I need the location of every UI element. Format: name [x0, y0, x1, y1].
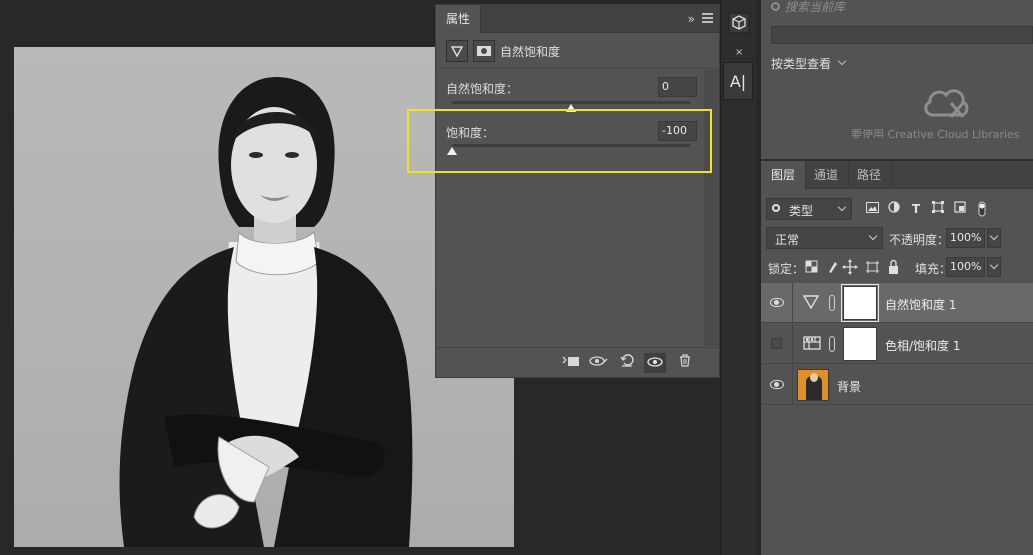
tab-properties[interactable]: 属性 [436, 5, 482, 33]
layer-mask-thumbnail[interactable] [843, 327, 877, 361]
view-previous-icon[interactable] [588, 353, 610, 373]
lock-position-icon [842, 259, 858, 275]
background-thumbnail[interactable] [797, 369, 829, 401]
cloud-disconnected-icon [921, 85, 971, 124]
layers-tabbar: 图层 通道 路径 [761, 161, 1033, 189]
layer-mask-icon[interactable] [473, 40, 495, 62]
mask-link-icon[interactable] [829, 295, 835, 311]
filter-toggle-icon[interactable] [975, 201, 989, 217]
tab-layers[interactable]: 图层 [761, 161, 807, 189]
tab-channels[interactable]: 通道 [804, 161, 850, 189]
chevron-down-icon [868, 231, 878, 241]
hidden-visibility-box [771, 338, 782, 349]
layer-row-vibrance[interactable]: 自然饱和度 1 [761, 283, 1033, 323]
panel-dock-strip: × A| [720, 0, 756, 555]
properties-panel: 属性 » 自然饱和度 自然饱和度： 0 饱和度： -100 [435, 4, 720, 378]
layer-row-hue-saturation[interactable]: 色相/饱和度 1 [761, 324, 1033, 364]
adjustment-title: 自然饱和度 [500, 45, 561, 59]
dock-close-icon[interactable]: × [735, 47, 743, 58]
layer-filter-select[interactable]: 类型 [766, 198, 852, 220]
properties-footer [436, 347, 719, 377]
mask-link-icon[interactable] [829, 336, 835, 352]
properties-tabbar: 属性 » [436, 5, 719, 33]
toggle-visibility-icon[interactable] [644, 353, 666, 373]
opacity-input[interactable]: 100% [946, 228, 985, 248]
delete-icon[interactable] [674, 353, 696, 373]
properties-header: 自然饱和度 [436, 33, 719, 69]
library-selector[interactable] [771, 26, 1033, 44]
character-icon: A| [729, 72, 747, 91]
blend-mode-select[interactable]: 正常 [766, 227, 883, 249]
3d-object-icon[interactable] [727, 12, 751, 36]
library-search-placeholder: 搜索当前库 [785, 0, 846, 14]
right-panel-column: 搜索当前库 按类型查看 要使用 Creative Cloud Libraries… [761, 0, 1033, 555]
hue-saturation-adjustment-icon [803, 336, 821, 352]
search-icon [771, 2, 780, 11]
cloud-libraries-message: 要使用 Creative Cloud Libraries [851, 128, 1020, 138]
eye-icon [770, 380, 784, 389]
layer-row-background[interactable]: 背景 [761, 365, 1033, 405]
reset-icon[interactable] [616, 353, 638, 373]
tab-paths[interactable]: 路径 [847, 161, 893, 189]
chevron-down-icon [837, 56, 847, 66]
saturation-highlight-annotation [407, 109, 712, 173]
lock-all-icon [889, 259, 898, 274]
filter-shape-icon[interactable] [931, 201, 945, 217]
layer-mask-thumbnail[interactable] [841, 284, 879, 322]
layer-name[interactable]: 自然饱和度 1 [885, 296, 956, 313]
clip-to-layer-icon[interactable] [560, 353, 582, 373]
visibility-toggle[interactable] [761, 283, 793, 323]
view-by-type-dropdown[interactable]: 按类型查看 [771, 55, 831, 72]
visibility-toggle[interactable] [761, 365, 793, 405]
layer-name[interactable]: 色相/饱和度 1 [885, 337, 961, 354]
collapse-panel-icon[interactable]: » [688, 12, 695, 26]
opacity-dropdown[interactable] [987, 228, 1001, 248]
panel-menu-icon[interactable] [702, 13, 713, 23]
filter-smart-object-icon[interactable] [953, 201, 967, 217]
lock-label: 锁定： [768, 262, 805, 276]
lock-icons [805, 259, 905, 275]
chevron-down-icon [837, 202, 847, 212]
fill-input[interactable]: 100% [946, 257, 985, 277]
filter-type-icon[interactable]: T [909, 201, 923, 217]
character-panel-button[interactable]: A| [723, 62, 753, 100]
eye-icon [770, 298, 784, 307]
search-icon [772, 204, 780, 212]
vibrance-label: 自然饱和度： [446, 82, 519, 96]
blend-mode-value: 正常 [775, 233, 800, 247]
filter-kind-value: 类型 [789, 204, 814, 218]
fill-dropdown[interactable] [987, 257, 1001, 277]
layer-name[interactable]: 背景 [837, 378, 861, 395]
library-search-input[interactable]: 搜索当前库 [771, 0, 1033, 18]
filter-adjustment-icon[interactable] [887, 201, 901, 217]
lock-image-icon [829, 262, 837, 273]
opacity-label: 不透明度： [889, 233, 950, 247]
filter-pixel-icon[interactable] [865, 201, 879, 217]
vibrance-value-field[interactable]: 0 [658, 77, 697, 97]
visibility-toggle[interactable] [761, 324, 793, 364]
thumbnail-head [810, 373, 818, 382]
lock-transparent-icon [805, 260, 818, 273]
layers-panel: 图层 通道 路径 类型 T 正常 不透明度： 100% 锁定： 填充： 100%… [761, 159, 1033, 555]
vibrance-adjustment-icon [802, 295, 821, 311]
vibrance-adjustment-icon[interactable] [446, 40, 468, 62]
lock-artboard-icon [866, 261, 879, 273]
